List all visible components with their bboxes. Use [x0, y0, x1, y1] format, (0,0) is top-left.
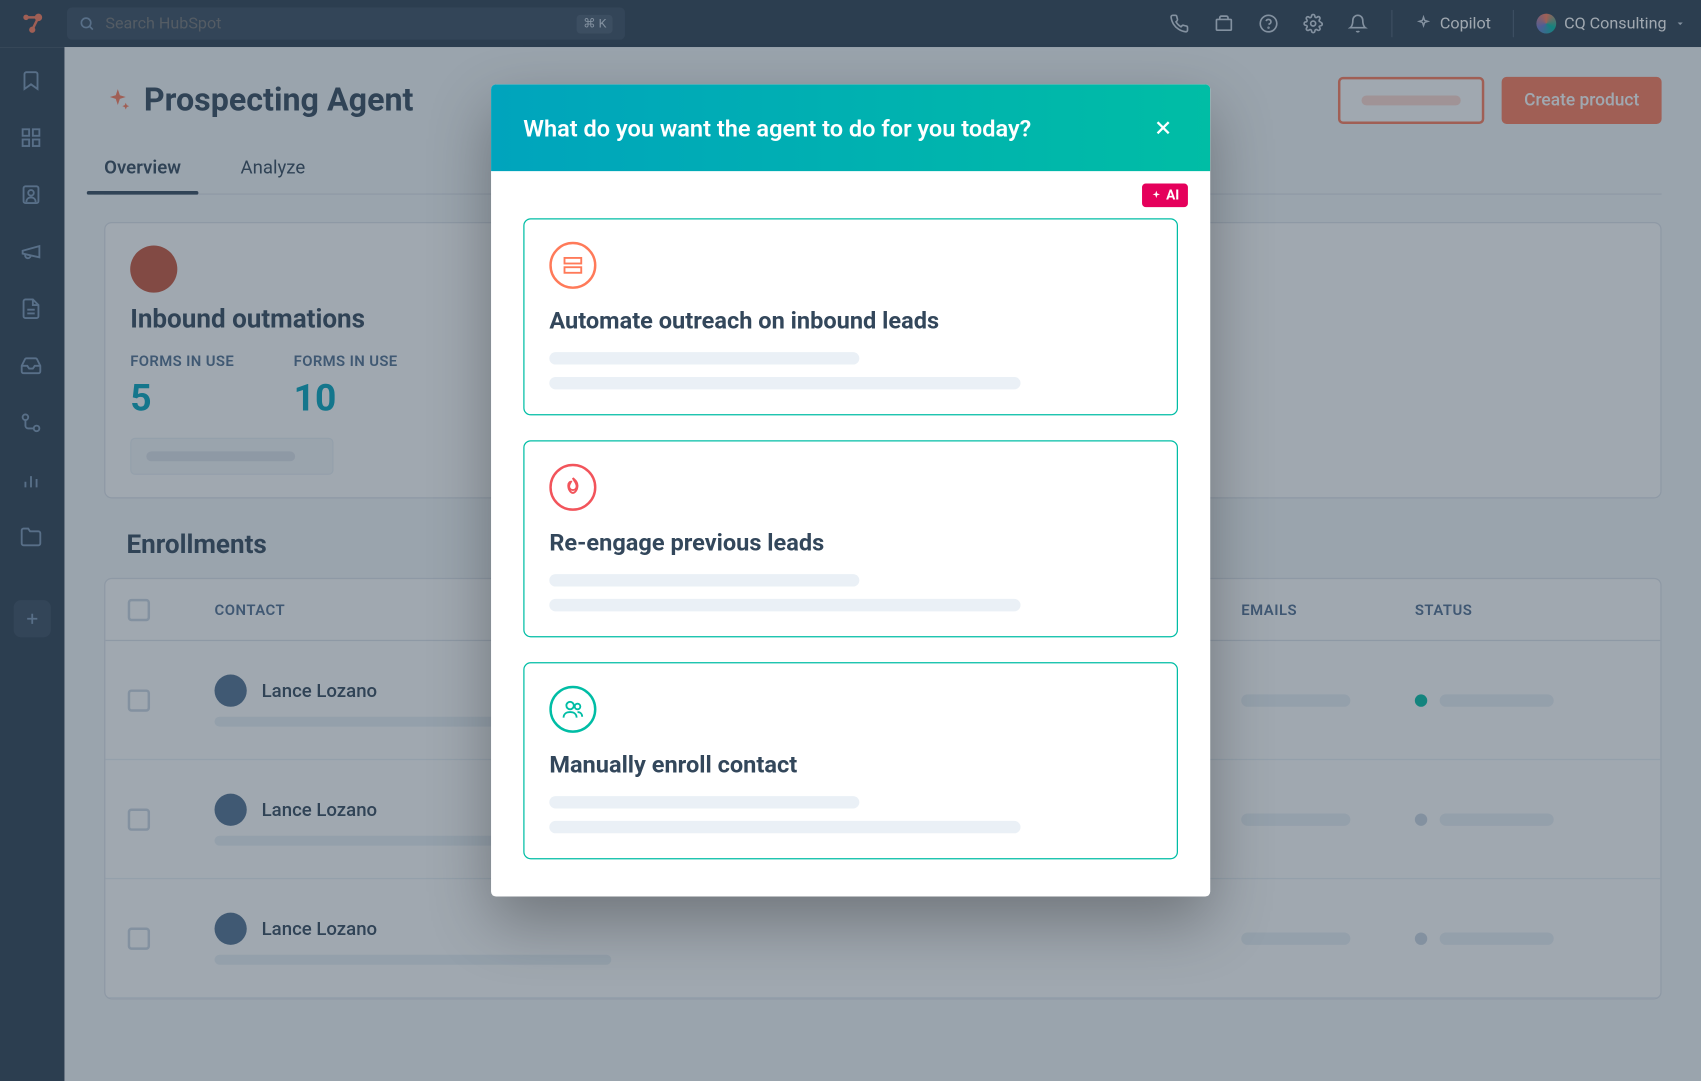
option-desc-placeholder: [549, 599, 1020, 611]
option-automate-outreach[interactable]: Automate outreach on inbound leads: [523, 218, 1178, 415]
option-reengage-leads[interactable]: Re-engage previous leads: [523, 440, 1178, 637]
modal-title: What do you want the agent to do for you…: [523, 113, 1031, 142]
modal-header: What do you want the agent to do for you…: [491, 84, 1210, 171]
users-icon: [549, 686, 596, 733]
option-enroll-contact[interactable]: Manually enroll contact: [523, 662, 1178, 859]
option-desc-placeholder: [549, 377, 1020, 389]
option-desc-placeholder: [549, 574, 859, 586]
option-title: Automate outreach on inbound leads: [549, 306, 1152, 335]
layout-icon: [549, 242, 596, 289]
option-desc-placeholder: [549, 821, 1020, 833]
ai-badge: AI: [1143, 184, 1188, 208]
option-title: Re-engage previous leads: [549, 528, 1152, 557]
option-desc-placeholder: [549, 796, 859, 808]
option-desc-placeholder: [549, 352, 859, 364]
option-title: Manually enroll contact: [549, 750, 1152, 779]
agent-modal: What do you want the agent to do for you…: [491, 84, 1210, 896]
flame-icon: [549, 464, 596, 511]
close-icon[interactable]: [1148, 113, 1178, 143]
